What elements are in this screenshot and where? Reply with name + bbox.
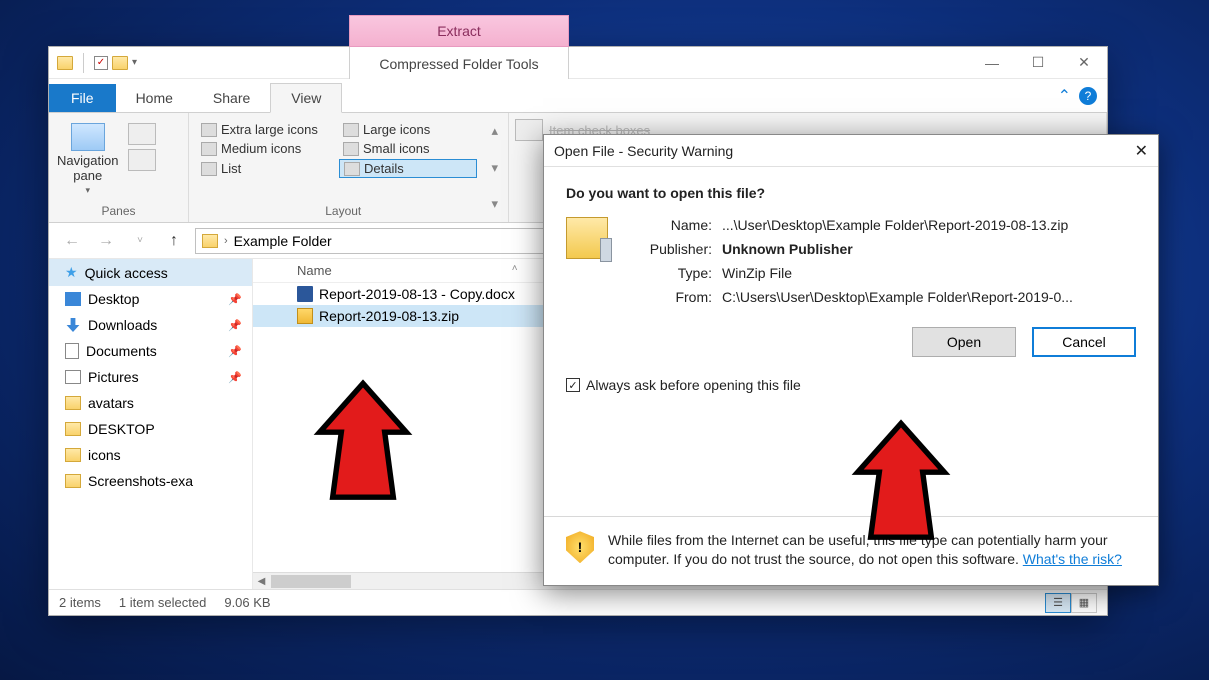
sidebar-item-icons[interactable]: icons xyxy=(49,442,252,468)
checkbox-icon xyxy=(515,119,543,141)
navigation-pane-button[interactable]: Navigation pane ▾ xyxy=(57,123,118,196)
tab-file[interactable]: File xyxy=(49,84,116,112)
maximize-button[interactable]: ☐ xyxy=(1015,47,1061,79)
breadcrumb-arrow-icon[interactable]: › xyxy=(224,235,228,247)
sidebar-item-documents[interactable]: Documents📌 xyxy=(49,338,252,364)
warning-text: While files from the Internet can be use… xyxy=(608,531,1136,569)
view-thumbnails-icon[interactable]: ▦ xyxy=(1071,593,1097,613)
title-bar: ✓ ▾ Extract Compressed Folder Tools Exam… xyxy=(49,47,1107,79)
word-doc-icon xyxy=(297,286,313,302)
layout-details[interactable]: Details xyxy=(339,159,477,178)
pin-icon: 📌 xyxy=(228,319,242,332)
dialog-title: Open File - Security Warning xyxy=(554,143,733,159)
forward-button[interactable]: → xyxy=(93,228,119,254)
dialog-question: Do you want to open this file? xyxy=(566,185,1136,201)
tab-home[interactable]: Home xyxy=(116,84,193,112)
desktop-icon xyxy=(65,292,81,306)
contextual-header: Extract xyxy=(349,15,569,47)
sidebar-item-avatars[interactable]: avatars xyxy=(49,390,252,416)
ribbon-tabs: File Home Share View ⌃ ? xyxy=(49,79,1107,113)
layout-list[interactable]: List xyxy=(197,159,335,178)
help-icon[interactable]: ? xyxy=(1079,87,1097,105)
from-value: C:\Users\User\Desktop\Example Folder\Rep… xyxy=(722,289,1073,305)
sidebar-item-desktop2[interactable]: DESKTOP xyxy=(49,416,252,442)
tab-compressed-tools[interactable]: Compressed Folder Tools xyxy=(349,47,569,81)
back-button[interactable]: ← xyxy=(59,228,85,254)
breadcrumb[interactable]: Example Folder xyxy=(234,233,332,249)
star-icon: ★ xyxy=(65,264,78,281)
downloads-icon xyxy=(65,318,81,332)
folder-icon[interactable] xyxy=(57,56,73,70)
navigation-pane-icon xyxy=(71,123,105,151)
zip-file-icon xyxy=(297,308,313,324)
layout-large[interactable]: Large icons xyxy=(339,121,477,138)
status-count: 2 items xyxy=(59,595,101,610)
quick-access-toolbar: ✓ ▾ xyxy=(49,53,145,73)
status-bar: 2 items 1 item selected 9.06 KB ☰ ▦ xyxy=(49,589,1107,615)
status-size: 9.06 KB xyxy=(224,595,270,610)
folder-icon xyxy=(202,234,218,248)
sidebar-item-pictures[interactable]: Pictures📌 xyxy=(49,364,252,390)
qat-dropdown-icon[interactable]: ▾ xyxy=(132,57,137,68)
sidebar-item-desktop[interactable]: Desktop📌 xyxy=(49,286,252,312)
details-pane-icon[interactable] xyxy=(128,149,156,171)
shield-warning-icon: ! xyxy=(566,531,594,563)
folder-icon xyxy=(65,422,81,436)
contextual-tab-group: Extract Compressed Folder Tools xyxy=(349,15,569,81)
recent-dropdown-icon[interactable]: ˅ xyxy=(127,228,153,254)
zip-file-icon xyxy=(566,217,608,259)
pin-icon: 📌 xyxy=(228,293,242,306)
collapse-ribbon-icon[interactable]: ⌃ xyxy=(1058,86,1071,106)
close-button[interactable]: ✕ xyxy=(1061,47,1107,79)
folder-icon xyxy=(65,474,81,488)
whats-the-risk-link[interactable]: What's the risk? xyxy=(1023,551,1122,567)
layout-medium[interactable]: Medium icons xyxy=(197,140,335,157)
view-details-icon[interactable]: ☰ xyxy=(1045,593,1071,613)
sidebar-quick-access[interactable]: ★Quick access xyxy=(49,259,252,286)
layout-small[interactable]: Small icons xyxy=(339,140,477,157)
scroll-left-icon[interactable]: ◀ xyxy=(253,573,270,590)
properties-icon[interactable]: ✓ xyxy=(94,56,108,70)
dialog-title-bar: Open File - Security Warning ✕ xyxy=(544,135,1158,167)
preview-pane-icon[interactable] xyxy=(128,123,156,145)
file-name-value: ...\User\Desktop\Example Folder\Report-2… xyxy=(722,217,1073,233)
always-ask-checkbox[interactable]: ✓ xyxy=(566,378,580,392)
always-ask-label: Always ask before opening this file xyxy=(586,377,801,393)
tab-view[interactable]: View xyxy=(270,83,342,113)
pictures-icon xyxy=(65,370,81,384)
type-value: WinZip File xyxy=(722,265,1073,281)
navigation-sidebar: ★Quick access Desktop📌 Downloads📌 Docume… xyxy=(49,259,253,589)
pin-icon: 📌 xyxy=(228,345,242,358)
folder-icon xyxy=(65,396,81,410)
new-folder-icon[interactable] xyxy=(112,56,128,70)
dialog-close-button[interactable]: ✕ xyxy=(1135,141,1148,161)
sort-indicator-icon: ˄ xyxy=(512,263,518,278)
sidebar-item-screenshots[interactable]: Screenshots-exa xyxy=(49,468,252,494)
cancel-button[interactable]: Cancel xyxy=(1032,327,1136,357)
folder-icon xyxy=(65,448,81,462)
tab-share[interactable]: Share xyxy=(193,84,270,112)
up-button[interactable]: ↑ xyxy=(161,228,187,254)
status-selection: 1 item selected xyxy=(119,595,206,610)
documents-icon xyxy=(65,343,79,359)
security-warning-dialog: Open File - Security Warning ✕ Do you wa… xyxy=(543,134,1159,586)
pin-icon: 📌 xyxy=(228,371,242,384)
open-button[interactable]: Open xyxy=(912,327,1016,357)
layout-extra-large[interactable]: Extra large icons xyxy=(197,121,335,138)
minimize-button[interactable]: — xyxy=(969,47,1015,79)
sidebar-item-downloads[interactable]: Downloads📌 xyxy=(49,312,252,338)
scrollbar-thumb[interactable] xyxy=(271,575,351,588)
publisher-value: Unknown Publisher xyxy=(722,241,1073,257)
